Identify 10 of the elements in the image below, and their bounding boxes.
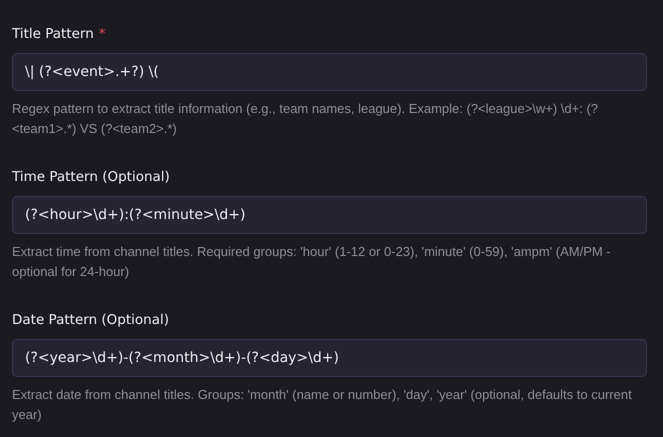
help-text: Extract time from channel titles. Required groups: 'hour' (1-12 or 0-23), 'minute' (0-59), 'ampm' (AM/PM - optional for 24-hour) <box>12 243 612 281</box>
field-label: Date Pattern (Optional) <box>12 312 170 328</box>
field-label: Time Pattern (Optional) <box>12 169 170 185</box>
help-text: Extract date from channel titles. Groups: 'month' (name or number), 'day', 'year' (optional, defaults to current year) <box>12 386 633 424</box>
help-text: Regex pattern to extract title information (e.g., team names, league). Example: (?<league>\w+) \d+: (?<team1>.*) VS (?<team2>.*) <box>12 100 600 138</box>
field-label: Title Pattern <box>12 26 94 42</box>
pattern-input[interactable]: (?<year>\d+)-(?<month>\d+)-(?<day>\d+) <box>12 339 647 377</box>
pattern-input[interactable]: \| (?<event>.+?) \( <box>12 53 647 91</box>
pattern-input[interactable]: (?<hour>\d+):(?<minute>\d+) <box>12 196 647 234</box>
required-mark: * <box>98 26 106 42</box>
